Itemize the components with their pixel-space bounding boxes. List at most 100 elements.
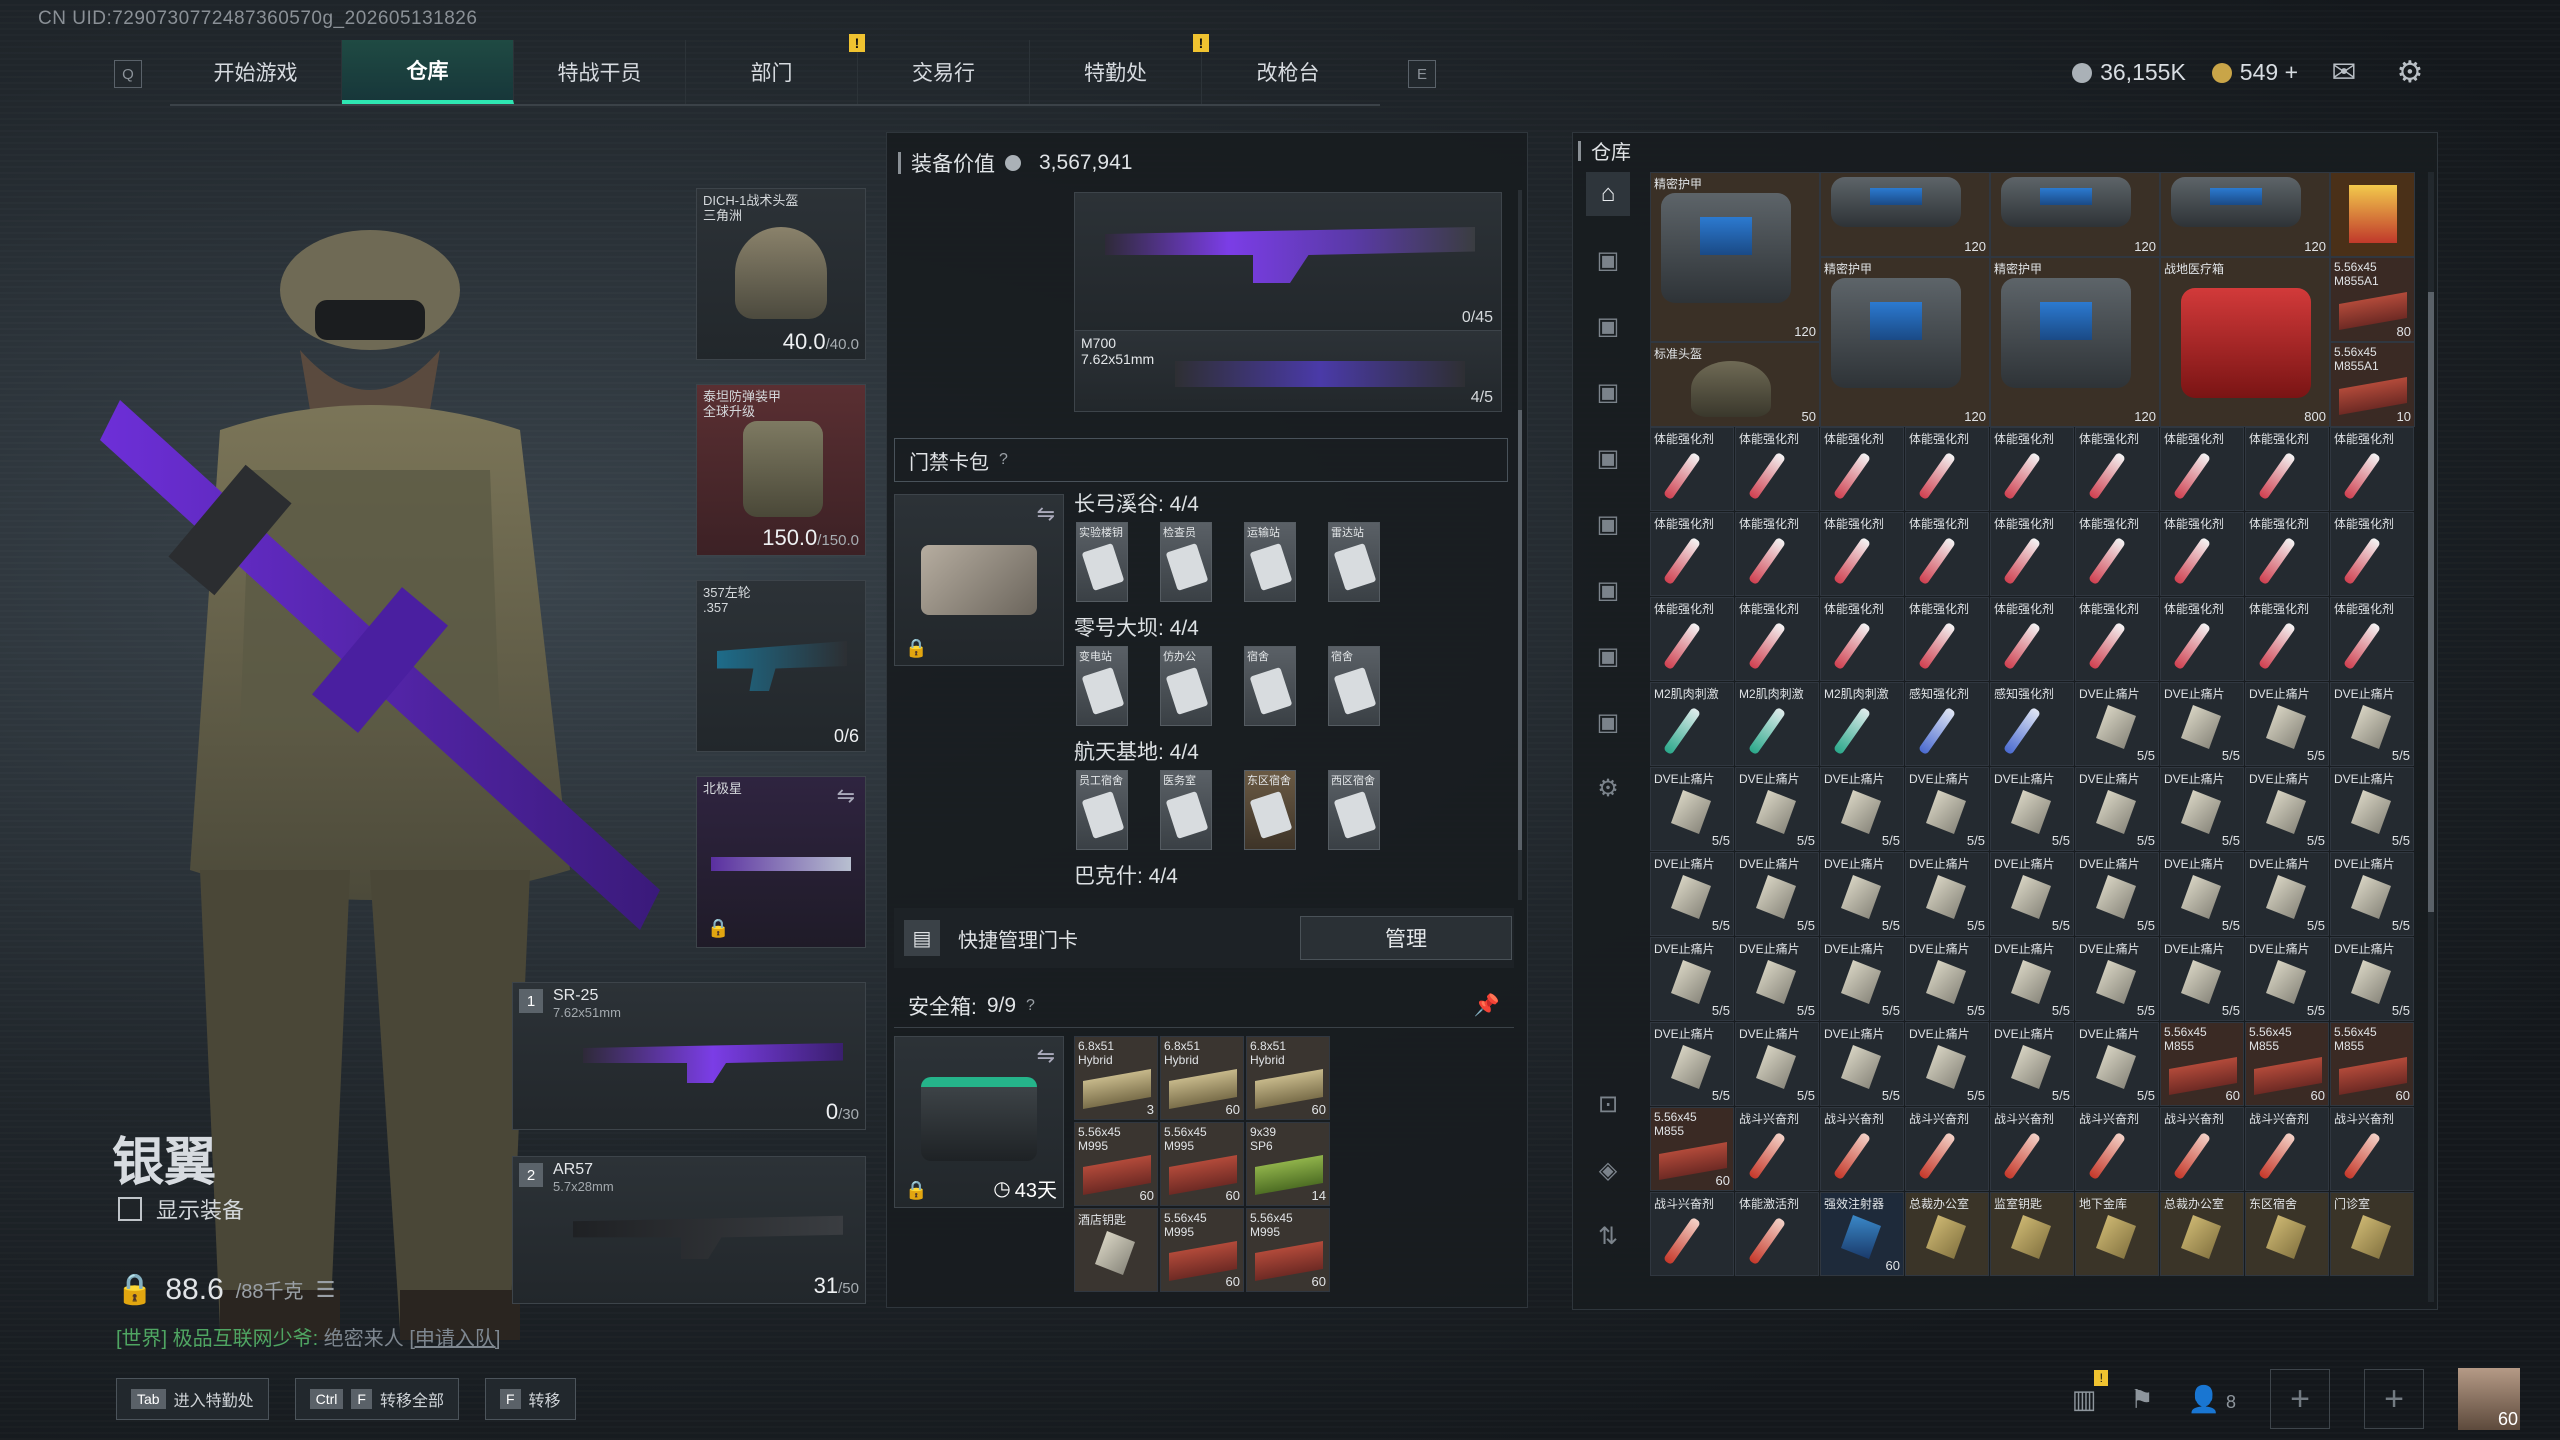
warehouse-item[interactable]: 战斗兴奋剂 <box>1650 1192 1734 1276</box>
warehouse-item[interactable]: 监室钥匙 <box>1990 1192 2074 1276</box>
safebox-item[interactable]: 6.8x51 Hybrid 60 <box>1246 1036 1330 1120</box>
ammo-item[interactable]: 5.56x45 M855A1 80 <box>2330 257 2415 342</box>
list-icon[interactable]: ☰ <box>316 1277 336 1303</box>
tab-operators[interactable]: 特战干员 <box>514 40 686 104</box>
melee-slot[interactable]: 北极星 ⇋ 🔒 <box>696 776 866 948</box>
helmet-item[interactable]: 标准头盔 50 <box>1650 342 1820 427</box>
warehouse-item[interactable]: 战斗兴奋剂 <box>2330 1107 2414 1191</box>
warehouse-item[interactable]: 体能强化剂 <box>2075 427 2159 511</box>
keycard[interactable]: 仿办公 <box>1160 646 1212 726</box>
tab-all-items-icon[interactable]: ⌂ <box>1586 172 1630 216</box>
tab-storage-5-icon[interactable]: ▣ <box>1586 502 1630 546</box>
keycard[interactable]: 宿舍 <box>1244 646 1296 726</box>
warehouse-item[interactable]: DVE止痛片 5/5 <box>2245 767 2329 851</box>
warehouse-item[interactable]: 体能强化剂 <box>1905 512 1989 596</box>
warehouse-item[interactable]: 体能强化剂 <box>2330 427 2414 511</box>
warehouse-item[interactable]: 体能强化剂 <box>2245 512 2329 596</box>
warehouse-item[interactable]: DVE止痛片 5/5 <box>2330 682 2414 766</box>
warehouse-item[interactable]: 体能强化剂 <box>1650 427 1734 511</box>
armor-item[interactable]: 120 <box>2160 172 2330 257</box>
warehouse-item[interactable]: DVE止痛片 5/5 <box>2160 682 2244 766</box>
warehouse-item[interactable]: 体能强化剂 <box>2160 427 2244 511</box>
warehouse-item[interactable]: 5.56x45 M855 60 <box>2245 1022 2329 1106</box>
warehouse-item[interactable]: 体能强化剂 <box>1820 427 1904 511</box>
help-icon[interactable]: ? <box>999 451 1008 469</box>
help-icon[interactable]: ? <box>1026 997 1035 1015</box>
safebox-item[interactable]: 5.56x45 M995 60 <box>1160 1208 1244 1292</box>
swap-icon[interactable]: ⇋ <box>837 783 855 809</box>
warehouse-item[interactable]: DVE止痛片 5/5 <box>1905 767 1989 851</box>
tab-start-game[interactable]: 开始游戏 <box>170 40 342 104</box>
warehouse-item[interactable]: 体能强化剂 <box>1650 512 1734 596</box>
world-chat[interactable]: [世界] 极品互联网少爷: 绝密来人 [申请入队] <box>116 1322 500 1351</box>
keycard[interactable]: 宿舍 <box>1328 646 1380 726</box>
warehouse-scrollbar[interactable] <box>2428 172 2434 1302</box>
warehouse-item[interactable]: DVE止痛片 5/5 <box>2160 767 2244 851</box>
safebox-item[interactable]: 9x39 SP6 14 <box>1246 1122 1330 1206</box>
warehouse-item[interactable]: DVE止痛片 5/5 <box>2245 682 2329 766</box>
warehouse-item[interactable]: 体能强化剂 <box>1905 597 1989 681</box>
warehouse-item[interactable]: DVE止痛片 5/5 <box>1735 767 1819 851</box>
warehouse-item[interactable]: DVE止痛片 5/5 <box>1990 937 2074 1021</box>
warehouse-item[interactable]: 战斗兴奋剂 <box>2075 1107 2159 1191</box>
safebox-item[interactable]: 5.56x45 M995 60 <box>1160 1122 1244 1206</box>
show-equipment-checkbox[interactable] <box>118 1197 142 1221</box>
warehouse-item[interactable]: M2肌肉刺激 <box>1820 682 1904 766</box>
warehouse-item[interactable]: DVE止痛片 5/5 <box>1735 852 1819 936</box>
keycard[interactable]: 检查员 <box>1160 522 1212 602</box>
safebox-item[interactable]: 酒店钥匙 <box>1074 1208 1158 1292</box>
warehouse-item[interactable]: 5.56x45 M855 60 <box>1650 1107 1734 1191</box>
swap-icon[interactable]: ⇋ <box>1037 501 1055 527</box>
loadout-scrollbar[interactable] <box>1518 190 1522 900</box>
warehouse-item[interactable]: 战斗兴奋剂 <box>1990 1107 2074 1191</box>
keycard[interactable]: 运输站 <box>1244 522 1296 602</box>
warehouse-item[interactable]: DVE止痛片 5/5 <box>2245 937 2329 1021</box>
warehouse-item[interactable]: 战斗兴奋剂 <box>1735 1107 1819 1191</box>
armor-slot[interactable]: 泰坦防弹装甲 全球升级 150.0/150.0 <box>696 384 866 556</box>
show-equipment-toggle[interactable]: 显示装备 <box>118 1193 244 1225</box>
enter-special-ops-button[interactable]: Tab 进入特勤处 <box>116 1378 269 1420</box>
locker-icon[interactable]: ⊡ <box>1586 1082 1630 1126</box>
pistol-slot[interactable]: 357左轮 .357 0/6 <box>696 580 866 752</box>
warehouse-item[interactable]: 体能强化剂 <box>1820 597 1904 681</box>
warehouse-item[interactable]: 体能强化剂 <box>2075 597 2159 681</box>
sniper-slot[interactable]: M700 7.62x51mm 4/5 <box>1074 330 1502 412</box>
warehouse-item[interactable]: DVE止痛片 5/5 <box>2075 852 2159 936</box>
warehouse-item[interactable]: 战斗兴奋剂 <box>1820 1107 1904 1191</box>
keycard[interactable]: 变电站 <box>1076 646 1128 726</box>
safebox-item[interactable]: 6.8x51 Hybrid 60 <box>1160 1036 1244 1120</box>
keycard[interactable]: 医务室 <box>1160 770 1212 850</box>
warehouse-item[interactable]: DVE止痛片 5/5 <box>1735 1022 1819 1106</box>
armor-bag-item[interactable]: 精密护甲 120 <box>1990 257 2160 427</box>
armor-item[interactable]: 120 <box>1820 172 1990 257</box>
warehouse-item[interactable]: 门诊室 <box>2330 1192 2414 1276</box>
transfer-button[interactable]: F 转移 <box>484 1378 576 1420</box>
armor-bag-item[interactable]: 精密护甲 120 <box>1820 257 1990 427</box>
warehouse-item[interactable]: DVE止痛片 5/5 <box>1820 852 1904 936</box>
warehouse-item[interactable]: 体能强化剂 <box>1990 427 2074 511</box>
warehouse-item[interactable]: 地下金库 <box>2075 1192 2159 1276</box>
warehouse-item[interactable]: 体能强化剂 <box>1735 597 1819 681</box>
keycard-header[interactable]: 门禁卡包? <box>894 438 1508 482</box>
warehouse-item[interactable]: DVE止痛片 5/5 <box>1650 1022 1734 1106</box>
manage-button[interactable]: 管理 <box>1300 916 1512 960</box>
keycard[interactable]: 雷达站 <box>1328 522 1380 602</box>
tab-storage-7-icon[interactable]: ▣ <box>1586 634 1630 678</box>
keycard[interactable]: 员工宿舍 <box>1076 770 1128 850</box>
warehouse-item[interactable]: 体能强化剂 <box>1990 512 2074 596</box>
warehouse-item[interactable]: 5.56x45 M855 60 <box>2330 1022 2414 1106</box>
tab-storage-4-icon[interactable]: ▣ <box>1586 436 1630 480</box>
next-tab-key[interactable]: E <box>1408 60 1436 88</box>
tab-storage-2-icon[interactable]: ▣ <box>1586 304 1630 348</box>
warehouse-item[interactable]: 强效注射器 60 <box>1820 1192 1904 1276</box>
warehouse-item[interactable]: DVE止痛片 5/5 <box>1905 937 1989 1021</box>
tab-gunsmith[interactable]: 改枪台 <box>1202 40 1374 104</box>
primary-weapon-2-slot[interactable]: 2 AR57 5.7x28mm 31/50 <box>512 1156 866 1304</box>
warehouse-item[interactable]: 感知强化剂 <box>1990 682 2074 766</box>
warehouse-item[interactable]: M2肌肉刺激 <box>1735 682 1819 766</box>
warehouse-item[interactable]: DVE止痛片 5/5 <box>1990 767 2074 851</box>
keycard[interactable]: 实验楼钥 <box>1076 522 1128 602</box>
tab-trading[interactable]: 交易行 <box>858 40 1030 104</box>
warehouse-item[interactable]: 战斗兴奋剂 <box>2245 1107 2329 1191</box>
prev-tab-key[interactable]: Q <box>114 60 142 88</box>
